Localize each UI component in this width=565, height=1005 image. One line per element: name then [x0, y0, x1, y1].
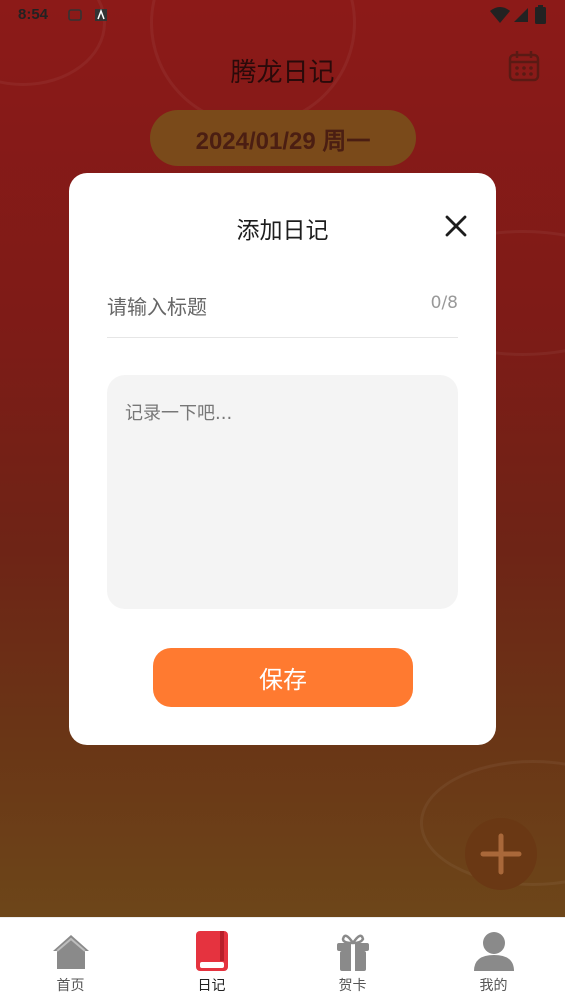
modal-overlay[interactable]: 添加日记 请输入标题 0/8 记录一下吧... 保存 — [0, 0, 565, 917]
title-char-counter: 0/8 — [430, 293, 458, 313]
dialog-title: 添加日记 — [236, 218, 329, 244]
tab-profile-label: 我的 — [479, 978, 508, 994]
tab-cards[interactable]: 贺卡 — [282, 918, 423, 1005]
tab-diary[interactable]: 日记 — [141, 918, 282, 1005]
title-placeholder: 请输入标题 — [107, 295, 207, 319]
close-button[interactable] — [443, 213, 469, 239]
save-button-label: 保存 — [259, 666, 307, 694]
add-diary-dialog: 添加日记 请输入标题 0/8 记录一下吧... 保存 — [69, 173, 496, 745]
tab-home-label: 首页 — [56, 978, 85, 994]
tab-home[interactable]: 首页 — [0, 918, 141, 1005]
diary-book-icon — [195, 931, 228, 971]
save-button[interactable]: 保存 — [153, 648, 413, 707]
tab-cards-label: 贺卡 — [338, 978, 367, 994]
tab-profile[interactable]: 我的 — [423, 918, 564, 1005]
gift-icon — [336, 934, 369, 971]
bottom-tab-bar: 首页 日记 贺卡 我的 — [0, 917, 565, 1005]
home-icon — [52, 935, 89, 969]
tab-diary-label: 日记 — [197, 978, 226, 994]
close-icon — [445, 215, 467, 237]
user-icon — [473, 932, 514, 971]
content-textarea[interactable]: 记录一下吧... — [107, 375, 458, 609]
title-input[interactable]: 请输入标题 0/8 — [107, 281, 458, 338]
content-placeholder: 记录一下吧... — [125, 403, 233, 424]
